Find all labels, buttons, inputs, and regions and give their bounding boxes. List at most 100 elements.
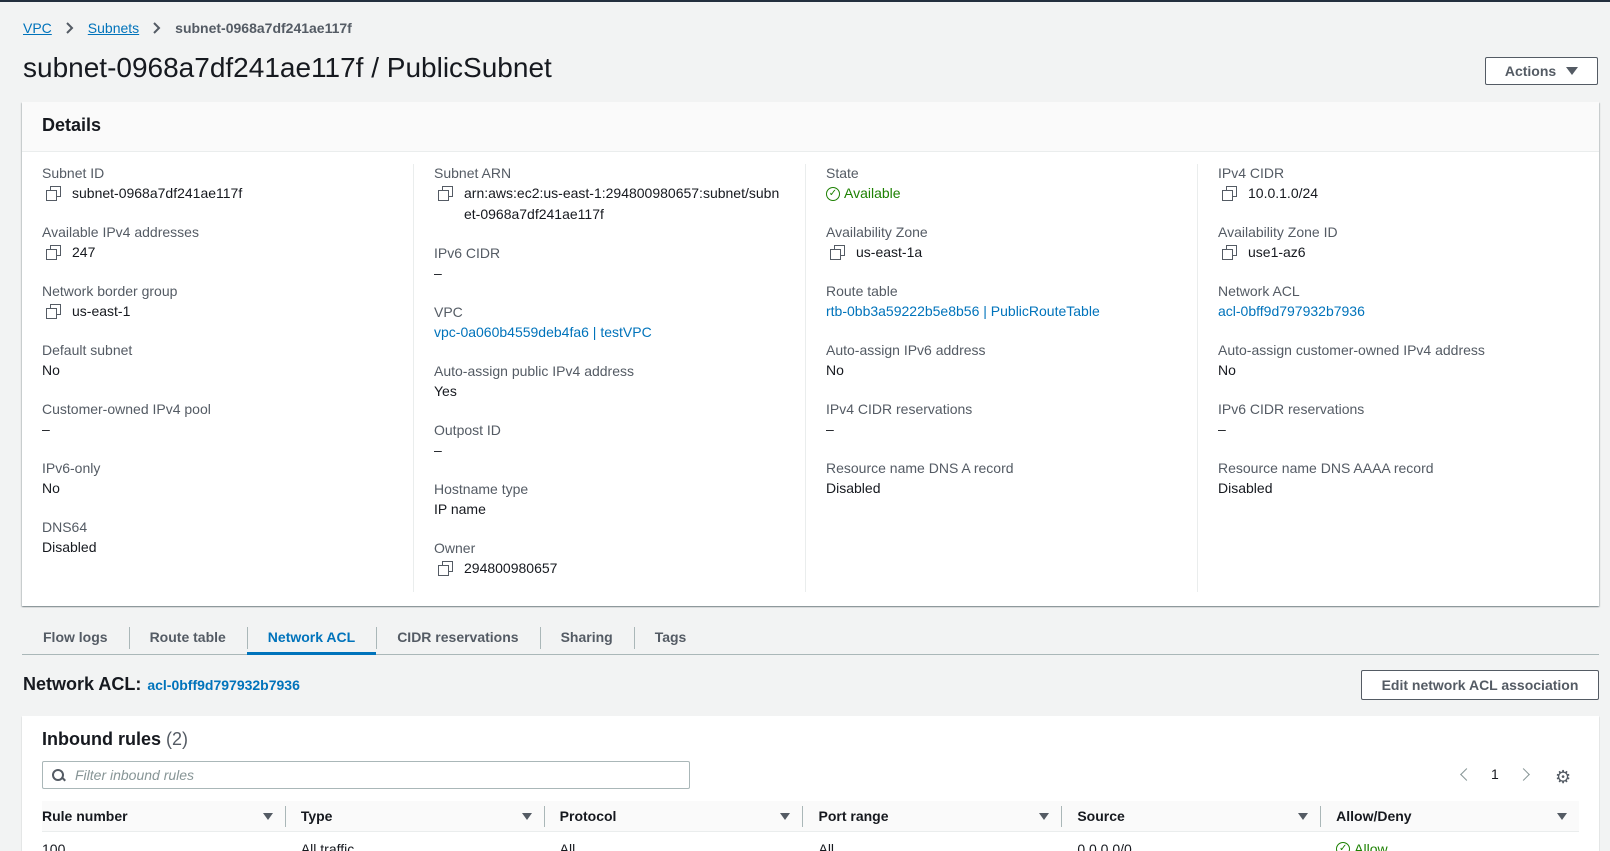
field-label: VPC: [434, 304, 463, 320]
caret-down-icon: [1566, 67, 1579, 75]
cell-type: All traffic: [300, 841, 355, 851]
field-auto-assign-ipv6: Auto-assign IPv6 address No: [826, 341, 1177, 381]
field-subnet-arn: Subnet ARN arn:aws:ec2:us-east-1:2948009…: [434, 164, 785, 225]
column-header-port-range[interactable]: Port range: [802, 801, 1061, 831]
dns-aaaa-value: Disabled: [1218, 480, 1273, 496]
field-label: Auto-assign IPv6 address: [826, 342, 986, 358]
customer-owned-pool-value: –: [42, 421, 50, 437]
cell-rule-number: 100: [42, 841, 66, 851]
copy-icon[interactable]: [438, 186, 453, 201]
sort-down-icon: [262, 812, 273, 820]
tab-list: Flow logs Route table Network ACL CIDR r…: [22, 622, 1599, 655]
network-acl-id-link[interactable]: acl-0bff9d797932b7936: [147, 677, 300, 693]
tab-tags[interactable]: Tags: [633, 622, 708, 655]
owner-value: 294800980657: [464, 560, 558, 576]
breadcrumb-current: subnet-0968a7df241ae117f: [175, 20, 352, 36]
field-outpost-id: Outpost ID –: [434, 421, 785, 461]
column-label: Source: [1077, 808, 1125, 824]
copy-icon[interactable]: [46, 186, 61, 201]
field-label: Auto-assign customer-owned IPv4 address: [1218, 342, 1485, 358]
outpost-id-value: –: [434, 442, 442, 458]
field-route-table: Route table rtb-0bb3a59222b5e8b56 | Publ…: [826, 282, 1177, 322]
tab-network-acl[interactable]: Network ACL: [246, 622, 377, 655]
breadcrumb: VPC Subnets subnet-0968a7df241ae117f: [23, 20, 352, 36]
field-vpc: VPC vpc-0a060b4559deb4fa6 | testVPC: [434, 303, 785, 343]
gear-icon[interactable]: ⚙: [1555, 768, 1571, 786]
column-header-rule-number[interactable]: Rule number: [42, 801, 285, 831]
column-header-allow-deny[interactable]: Allow/Deny: [1320, 801, 1579, 831]
field-label: Network ACL: [1218, 283, 1300, 299]
copy-icon[interactable]: [1222, 186, 1237, 201]
copy-icon[interactable]: [46, 245, 61, 260]
field-available-ipv4: Available IPv4 addresses 247: [42, 223, 393, 263]
network-acl-title: Network ACL:: [23, 674, 142, 694]
field-az-id: Availability Zone ID use1-az6: [1218, 223, 1570, 263]
breadcrumb-vpc[interactable]: VPC: [23, 20, 52, 36]
inbound-rules-label: Inbound rules: [42, 729, 161, 749]
field-ipv6-cidr: IPv6 CIDR –: [434, 244, 785, 284]
inbound-rules-panel: Inbound rules (2) 1 ⚙ Rule number Type P…: [22, 716, 1599, 851]
auto-assign-ipv6-value: No: [826, 362, 844, 378]
field-label: State: [826, 165, 859, 181]
field-label: Auto-assign public IPv4 address: [434, 363, 634, 379]
available-ipv4-value: 247: [72, 244, 96, 260]
column-label: Protocol: [559, 808, 617, 824]
field-label: DNS64: [42, 519, 88, 535]
tab-cidr-reservations[interactable]: CIDR reservations: [376, 622, 539, 655]
chevron-right-icon[interactable]: [1516, 767, 1530, 781]
column-header-type[interactable]: Type: [284, 801, 544, 831]
field-ipv6-only: IPv6-only No: [42, 459, 393, 499]
tab-sharing[interactable]: Sharing: [539, 622, 634, 655]
field-owner: Owner 294800980657: [434, 539, 785, 579]
vpc-link[interactable]: vpc-0a060b4559deb4fa6 | testVPC: [434, 322, 652, 343]
actions-button[interactable]: Actions: [1485, 57, 1598, 85]
az-id-value: use1-az6: [1248, 244, 1306, 260]
field-hostname-type: Hostname type IP name: [434, 480, 785, 520]
sort-down-icon: [1039, 812, 1050, 820]
hostname-type-value: IP name: [434, 501, 486, 517]
page-number[interactable]: 1: [1491, 766, 1499, 782]
subnet-arn-value: arn:aws:ec2:us-east-1:294800980657:subne…: [464, 185, 780, 222]
auto-assign-customer-value: No: [1218, 362, 1236, 378]
sort-down-icon: [1556, 812, 1567, 820]
network-acl-link[interactable]: acl-0bff9d797932b7936: [1218, 301, 1365, 322]
field-network-border-group: Network border group us-east-1: [42, 282, 393, 322]
field-auto-assign-public: Auto-assign public IPv4 address Yes: [434, 362, 785, 402]
field-subnet-id: Subnet ID subnet-0968a7df241ae117f: [42, 164, 393, 204]
table-row: 100 All traffic All All 0.0.0.0/0 ✓ Allow: [42, 833, 1579, 851]
edit-network-acl-association-button[interactable]: Edit network ACL association: [1361, 670, 1599, 700]
ipv6-only-value: No: [42, 480, 60, 496]
copy-icon[interactable]: [1222, 245, 1237, 260]
details-panel: Details Subnet ID subnet-0968a7df241ae11…: [22, 102, 1599, 606]
field-auto-assign-customer: Auto-assign customer-owned IPv4 address …: [1218, 341, 1570, 381]
details-column-4: IPv4 CIDR 10.0.1.0/24 Availability Zone …: [1198, 164, 1590, 592]
field-network-acl: Network ACL acl-0bff9d797932b7936: [1218, 282, 1570, 322]
field-label: Route table: [826, 283, 898, 299]
field-label: IPv4 CIDR reservations: [826, 401, 973, 417]
ipv4-cidr-value: 10.0.1.0/24: [1248, 185, 1319, 201]
column-header-protocol[interactable]: Protocol: [543, 801, 803, 831]
chevron-left-icon[interactable]: [1460, 767, 1473, 781]
network-border-group-value: us-east-1: [72, 303, 131, 319]
details-column-3: State ✓ Available Availability Zone us-ea…: [806, 164, 1198, 592]
field-dns-aaaa: Resource name DNS AAAA record Disabled: [1218, 459, 1570, 499]
route-table-link[interactable]: rtb-0bb3a59222b5e8b56 | PublicRouteTable: [826, 301, 1100, 322]
sort-down-icon: [521, 812, 532, 820]
copy-icon[interactable]: [46, 304, 61, 319]
filter-inbound-rules-input[interactable]: [75, 767, 675, 783]
allow-value: Allow: [1354, 841, 1388, 851]
breadcrumb-subnets[interactable]: Subnets: [88, 20, 139, 36]
chevron-right-icon: [66, 22, 74, 34]
ipv4-cidr-reservations-value: –: [826, 421, 834, 437]
subnet-id-value: subnet-0968a7df241ae117f: [72, 185, 243, 201]
details-column-2: Subnet ARN arn:aws:ec2:us-east-1:2948009…: [414, 164, 806, 592]
field-label: IPv4 CIDR: [1218, 165, 1285, 181]
column-header-source[interactable]: Source: [1061, 801, 1320, 831]
cell-port-range: All: [818, 841, 835, 851]
tab-flow-logs[interactable]: Flow logs: [22, 622, 129, 655]
copy-icon[interactable]: [438, 561, 453, 576]
field-label: Hostname type: [434, 481, 529, 497]
tab-route-table[interactable]: Route table: [128, 622, 247, 655]
state-value: Available: [844, 185, 901, 201]
copy-icon[interactable]: [830, 245, 845, 260]
